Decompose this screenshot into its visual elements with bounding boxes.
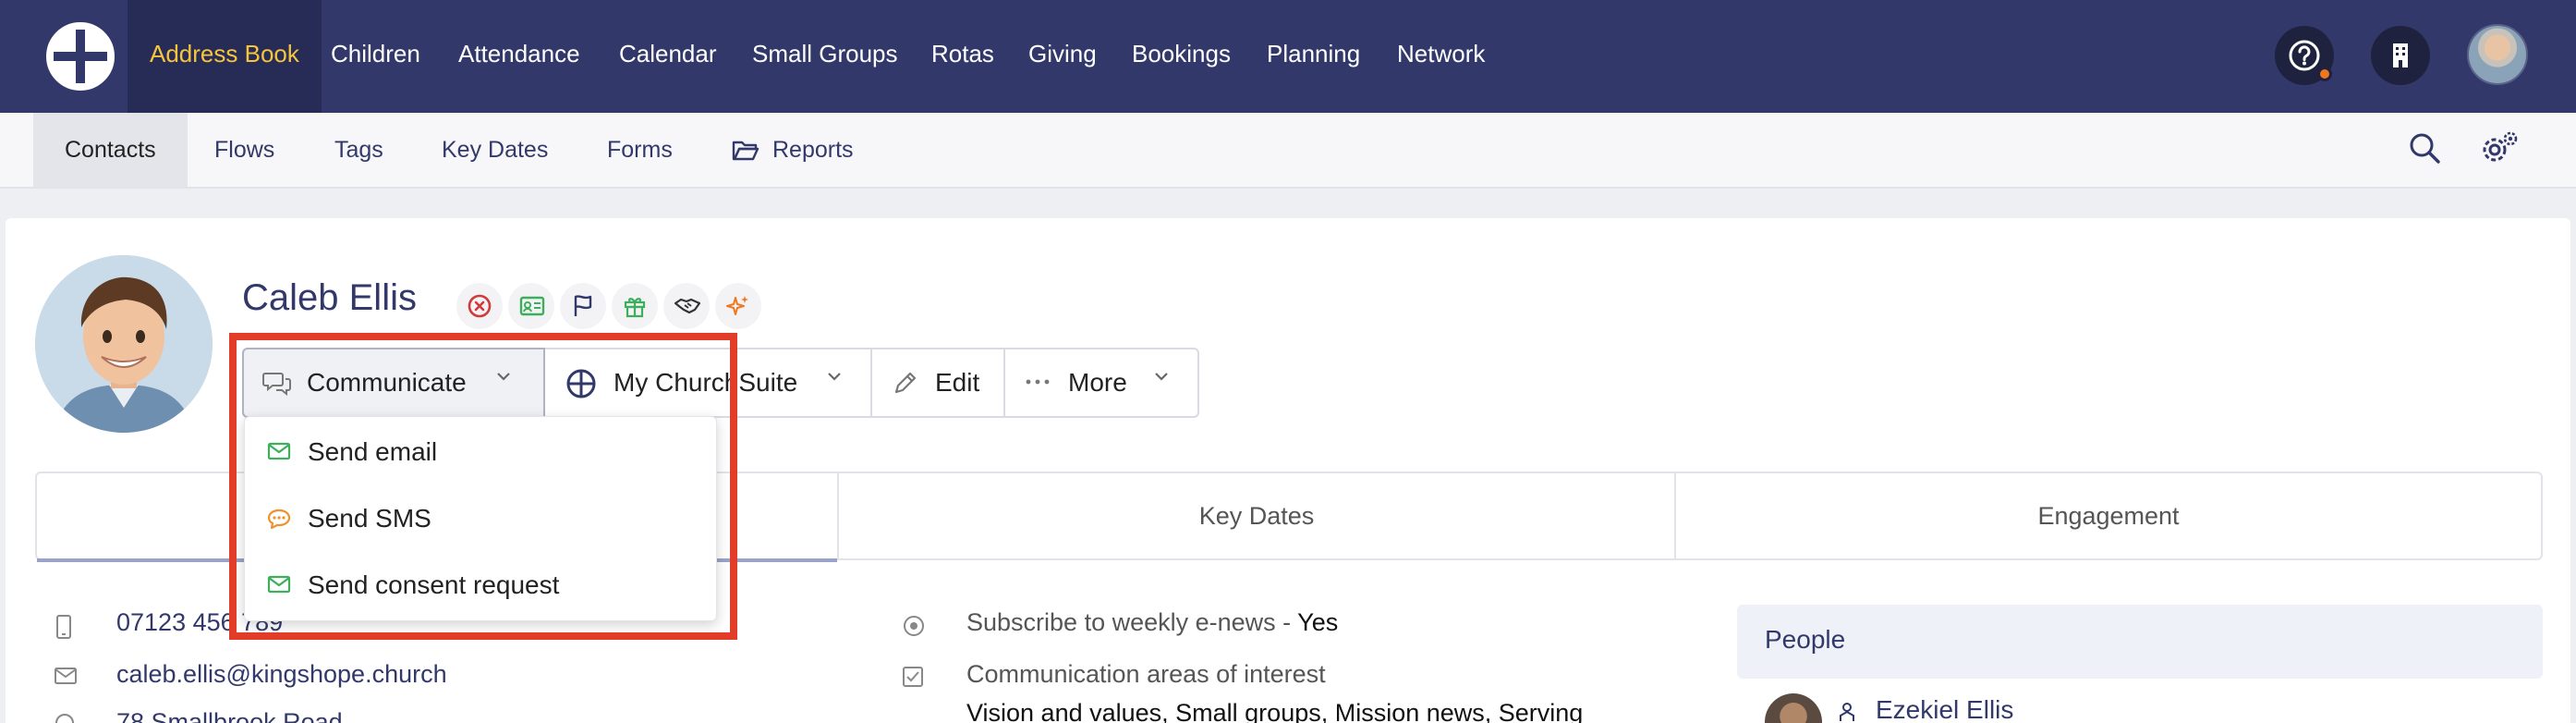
organisation-button[interactable] [2371,26,2430,85]
subscribe-label: Subscribe to weekly e-news - [966,608,1298,636]
nav-attendance[interactable]: Attendance [458,0,580,113]
more-button[interactable]: More [1005,349,1197,416]
subnav-key-dates[interactable]: Key Dates [442,113,548,187]
chevron-down-icon [1155,373,1168,381]
status-gift[interactable] [612,283,658,329]
communicate-dropdown-menu: Send email Send SMS Send consent request [244,416,717,621]
nav-planning[interactable]: Planning [1267,0,1360,113]
subscribe-value: Yes [1297,608,1339,636]
person-link-icon [1840,703,1854,721]
id-card-icon [519,296,545,316]
envelope-icon [267,442,291,460]
nav-address-book[interactable]: Address Book [128,0,322,113]
envelope-icon [267,575,291,594]
menu-item-send-email[interactable]: Send email [245,419,716,484]
people-title: People [1765,625,1846,654]
status-sparkle[interactable] [715,283,761,329]
tab-key-dates[interactable]: Key Dates [839,473,1674,558]
folder-open-icon [732,141,759,161]
sparkle-icon [726,296,748,315]
subnav-reports[interactable]: Reports [772,113,854,187]
search-icon[interactable] [2408,131,2443,166]
communicate-button[interactable]: Communicate [242,348,545,418]
contact-profile-photo [35,255,213,433]
status-flag[interactable] [560,283,606,329]
pencil-icon [894,372,917,394]
sub-navigation-bar: Contacts Flows Tags Key Dates Forms Repo… [0,113,2576,189]
nav-small-groups[interactable]: Small Groups [752,0,898,113]
menu-item-send-sms[interactable]: Send SMS [245,485,716,550]
help-button[interactable] [2275,26,2334,85]
subnav-tags[interactable]: Tags [334,113,383,187]
nav-bookings[interactable]: Bookings [1132,0,1231,113]
envelope-icon [55,668,77,684]
gift-icon [624,298,646,318]
nav-giving[interactable]: Giving [1028,0,1097,113]
churchsuite-icon [566,369,596,398]
comm-areas-row: Communication areas of interest [902,660,1715,697]
top-navigation-bar: Address Book Children Attendance Calenda… [0,0,2576,113]
user-avatar[interactable] [2467,24,2528,85]
contact-action-bar: Communicate My ChurchSuite Edit More [242,348,1199,418]
status-membership[interactable] [508,283,554,329]
email-address[interactable]: caleb.ellis@kingshope.church [116,660,447,689]
edit-button[interactable]: Edit [872,349,1005,416]
flag-icon [574,295,592,316]
email-row: caleb.ellis@kingshope.church [54,660,700,697]
ellipsis-icon [1026,379,1050,385]
building-icon [2393,43,2408,67]
notification-dot [2317,67,2332,81]
settings-icon[interactable] [2480,129,2521,168]
subscribe-row: Subscribe to weekly e-news - Yes [902,608,1696,645]
chat-bubbles-icon [262,373,291,396]
churchsuite-logo-icon[interactable] [44,20,116,92]
comm-areas-label: Communication areas of interest [966,660,1326,688]
address-row: 78 Smallbrook Road [54,708,700,723]
help-icon [2289,40,2320,71]
person-name[interactable]: Ezekiel Ellis [1876,695,2013,723]
status-remove[interactable] [456,283,503,329]
radio-dot-icon [904,616,924,636]
subnav-contacts[interactable]: Contacts [33,113,188,187]
people-panel-header: People [1737,605,2543,679]
menu-item-send-consent-request[interactable]: Send consent request [245,552,716,617]
nav-rotas[interactable]: Rotas [931,0,994,113]
my-churchsuite-button[interactable]: My ChurchSuite [545,349,872,416]
mobile-phone-icon [56,615,71,639]
comm-areas-value: Vision and values, Small groups, Mission… [966,699,1584,723]
status-handshake[interactable] [663,283,710,329]
nav-network[interactable]: Network [1397,0,1485,113]
contact-name: Caleb Ellis [242,277,417,318]
subnav-forms[interactable]: Forms [607,113,673,187]
chevron-down-icon [828,373,841,381]
handshake-icon [674,298,700,314]
tab-engagement[interactable]: Engagement [1676,473,2541,558]
postal-address[interactable]: 78 Smallbrook Road [116,708,343,723]
checkbox-icon [903,667,923,687]
nav-children[interactable]: Children [331,0,420,113]
remove-icon [468,294,492,318]
nav-calendar[interactable]: Calendar [619,0,717,113]
map-pin-icon [55,714,75,723]
chat-icon [267,509,291,530]
chevron-down-icon [497,373,510,381]
subnav-flows[interactable]: Flows [214,113,274,187]
